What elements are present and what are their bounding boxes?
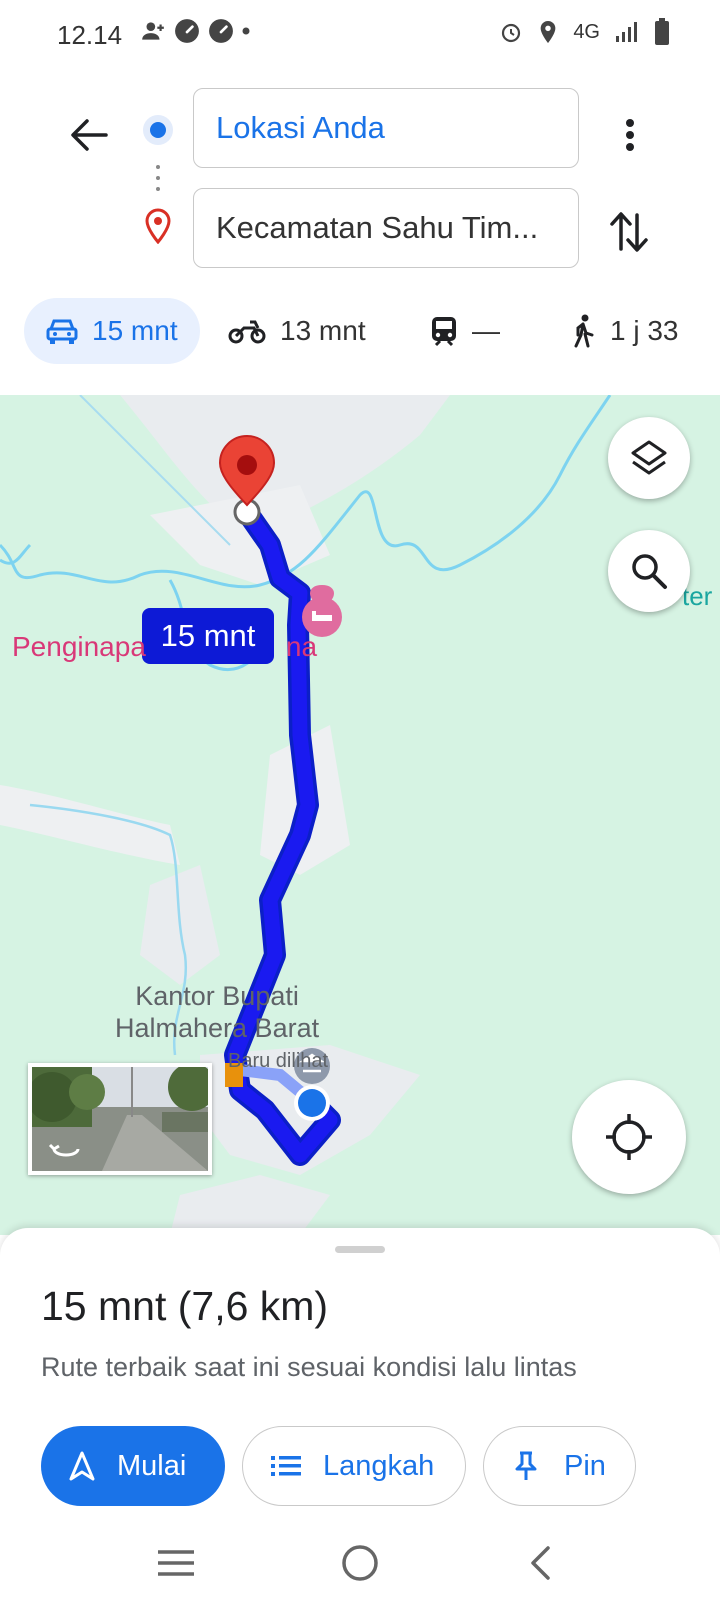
start-navigation-label: Mulai <box>117 1449 187 1482</box>
place-label-office[interactable]: Kantor Bupati Halmahera Barat <box>115 980 319 1044</box>
destination-field[interactable]: Kecamatan Sahu Tim... <box>193 188 579 268</box>
system-back-button[interactable] <box>510 1538 570 1588</box>
car-icon <box>46 319 78 344</box>
steps-label: Langkah <box>323 1449 435 1482</box>
status-icons-right: 4G <box>499 18 670 46</box>
status-time: 12.14 <box>57 20 123 50</box>
home-button[interactable] <box>330 1538 390 1588</box>
speedometer-icon <box>209 19 233 43</box>
more-vert-icon <box>626 119 634 151</box>
street-view-thumbnail[interactable] <box>28 1063 212 1175</box>
status-bar: 12.14 4G <box>0 0 720 70</box>
arrow-back-icon <box>71 119 108 151</box>
dot-icon <box>242 27 250 35</box>
swap-vert-icon <box>610 212 648 252</box>
place-label-inn[interactable]: Penginapa na <box>12 631 317 663</box>
sheet-drag-handle[interactable] <box>335 1246 385 1253</box>
route-dots-icon <box>156 165 160 191</box>
recents-button[interactable] <box>146 1538 206 1588</box>
walk-icon <box>574 314 594 348</box>
location-icon <box>540 21 556 43</box>
route-summary-subtitle: Rute terbaik saat ini sesuai kondisi lal… <box>41 1352 577 1382</box>
recents-icon <box>158 1550 194 1576</box>
pin-icon <box>515 1451 537 1480</box>
origin-field[interactable]: Lokasi Anda <box>193 88 579 168</box>
alarm-icon <box>502 23 521 43</box>
back-button[interactable] <box>64 110 114 160</box>
mode-car-label: 15 mnt <box>92 315 178 346</box>
person-add-icon <box>142 22 164 40</box>
destination-pin-icon <box>145 208 171 244</box>
system-nav-bar <box>0 1520 720 1612</box>
speedometer-icon <box>175 19 199 43</box>
navigation-arrow-icon <box>69 1451 95 1481</box>
place-label-recent: Baru dilihat <box>228 1050 329 1072</box>
swap-button[interactable] <box>604 202 654 262</box>
directions-panel: Lokasi Anda Kecamatan Sahu Tim... 15 mnt… <box>0 70 720 395</box>
battery-icon <box>655 18 669 45</box>
signal-icon <box>616 22 637 42</box>
mode-transit-label: — <box>472 315 500 346</box>
steps-button[interactable]: Langkah <box>242 1426 466 1506</box>
status-icons-left <box>140 18 250 44</box>
street-view-image <box>32 1067 208 1171</box>
mode-motorcycle[interactable]: 13 mnt <box>228 298 366 364</box>
mode-car[interactable]: 15 mnt <box>24 298 200 364</box>
layers-icon <box>631 440 667 475</box>
route-summary-title: 15 mnt (7,6 km) <box>41 1283 329 1329</box>
map-view[interactable]: 15 mnt Penginapa na ter Kantor Bupati Hal… <box>0 395 720 1235</box>
more-options-button[interactable] <box>605 110 655 160</box>
mode-walk-label: 1 j 33 <box>610 315 679 346</box>
start-navigation-button[interactable]: Mulai <box>41 1426 225 1506</box>
network-type: 4G <box>573 20 600 43</box>
my-location-icon <box>606 1114 652 1160</box>
train-icon <box>432 317 456 347</box>
map-search-button[interactable] <box>608 530 690 612</box>
app-root: 12.14 4G Lokasi Anda Kecamatan Sahu Tim.… <box>0 0 720 1612</box>
layers-button[interactable] <box>608 417 690 499</box>
pin-label: Pin <box>564 1449 606 1482</box>
travel-modes: 15 mnt 13 mnt — 1 j 33 <box>0 298 720 364</box>
mode-motorcycle-label: 13 mnt <box>280 315 366 346</box>
mode-transit[interactable]: — <box>430 298 500 364</box>
pin-button[interactable]: Pin <box>483 1426 636 1506</box>
origin-dot-icon <box>143 115 173 145</box>
search-icon <box>632 554 667 589</box>
motorcycle-icon <box>228 320 266 344</box>
mode-walk[interactable]: 1 j 33 <box>570 298 679 364</box>
back-icon <box>531 1546 550 1580</box>
home-icon <box>342 1545 378 1581</box>
list-icon <box>271 1456 301 1476</box>
my-location-button[interactable] <box>572 1080 686 1194</box>
